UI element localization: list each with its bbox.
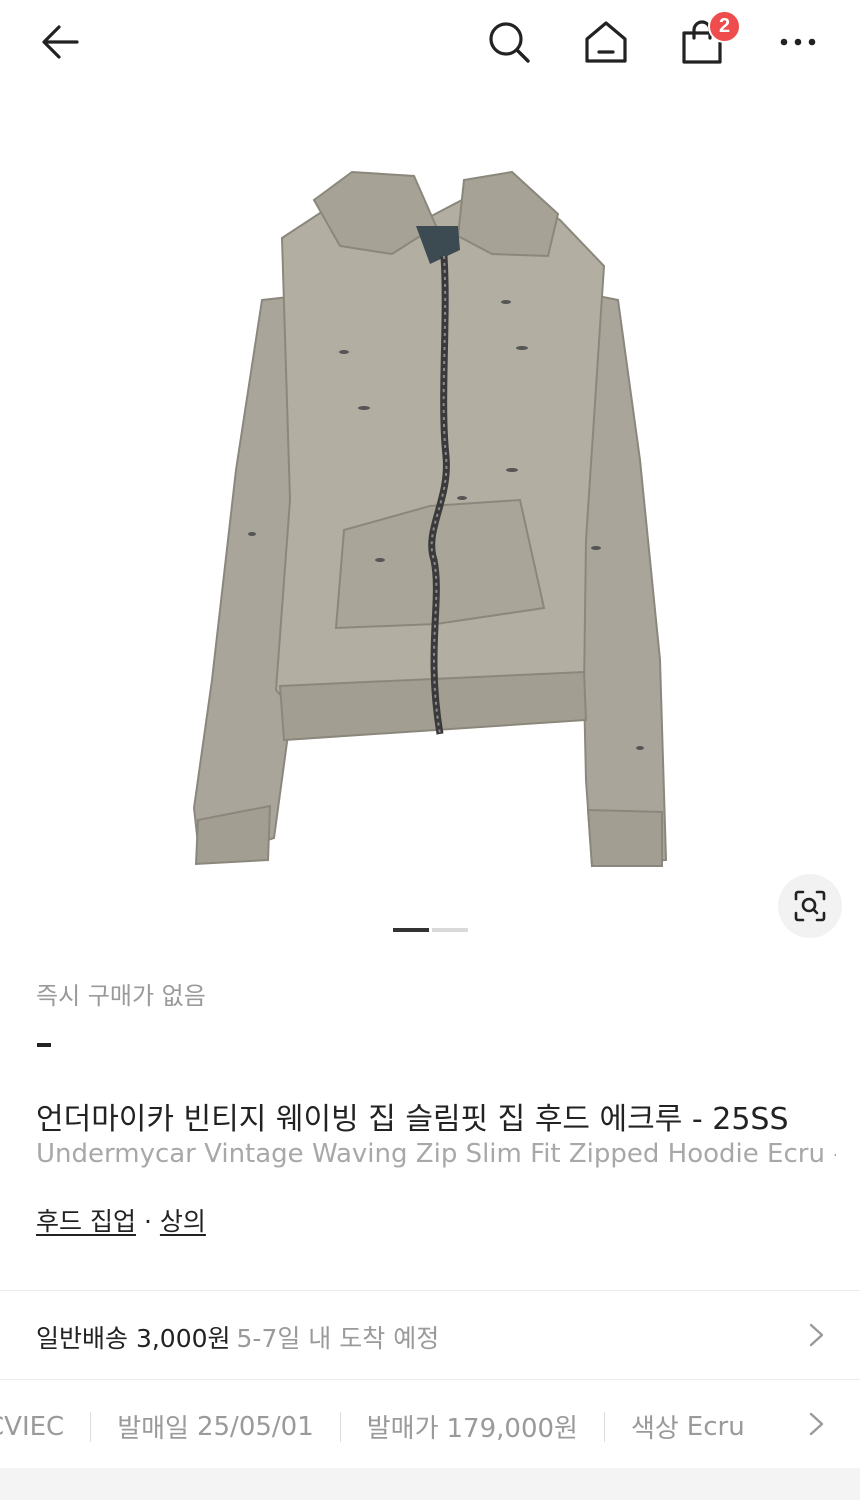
spec-track: CVIEC 발매일25/05/01 발매가179,000원 색상Ecru — [0, 1408, 745, 1445]
shipping-text: 일반배송 3,000원 5-7일 내 도착 예정 — [36, 1319, 439, 1355]
spec-label: 발매가 — [366, 1414, 439, 1444]
spec-value: Ecru — [686, 1411, 745, 1442]
category-separator: · — [143, 1207, 152, 1236]
top-navigation-bar: 2 — [0, 0, 860, 88]
shipping-label: 일반배송 3,000원 — [36, 1324, 231, 1353]
spec-separator — [339, 1411, 341, 1442]
shipping-info-row[interactable]: 일반배송 3,000원 5-7일 내 도착 예정 — [0, 1292, 860, 1378]
home-button[interactable] — [578, 14, 634, 70]
back-button[interactable] — [32, 14, 88, 70]
category-breadcrumb: 후드 집업 · 상의 — [36, 1202, 206, 1238]
product-photo — [192, 170, 668, 868]
more-options-button[interactable] — [770, 14, 826, 70]
spec-item-release-date: 발매일 25/05/01 — [117, 1408, 314, 1445]
product-detail-page: 2 즉시 구매가 없음 언더마이카 빈티지 웨이빙 집 슬림핏 집 후드 에크루… — [0, 0, 860, 1500]
chevron-right-icon[interactable] — [804, 1412, 828, 1436]
home-icon — [585, 21, 627, 63]
shipping-eta: 5-7일 내 도착 예정 — [236, 1324, 440, 1353]
next-section-preview — [0, 1468, 860, 1500]
arrow-left-icon — [42, 25, 79, 59]
product-title-english: Undermycar Vintage Waving Zip Slim Fit Z… — [36, 1139, 836, 1169]
image-search-button[interactable] — [778, 874, 842, 938]
category-link-hood-zipup[interactable]: 후드 집업 — [36, 1207, 136, 1236]
search-button[interactable] — [481, 14, 537, 70]
category-link-top[interactable]: 상의 — [160, 1207, 206, 1236]
spec-separator — [603, 1411, 605, 1442]
spec-label: 색상 — [630, 1414, 679, 1444]
chevron-right-icon — [809, 1323, 824, 1347]
price-value: - — [37, 1043, 51, 1047]
spec-value: 179,000원 — [446, 1414, 578, 1444]
spec-item-model: CVIEC — [0, 1412, 64, 1442]
cart-count-badge: 2 — [708, 10, 741, 43]
spec-separator — [90, 1411, 92, 1442]
search-icon — [489, 22, 530, 63]
section-divider — [0, 1290, 860, 1291]
availability-status: 즉시 구매가 없음 — [36, 982, 206, 1010]
more-horizontal-icon — [780, 38, 816, 46]
spec-item-release-price: 발매가 179,000원 — [367, 1408, 578, 1445]
product-image-carousel[interactable] — [0, 88, 860, 958]
carousel-indicator[interactable] — [432, 928, 468, 932]
image-search-icon — [794, 890, 826, 922]
product-title-korean: 언더마이카 빈티지 웨이빙 집 슬림핏 집 후드 에크루 - 25SS — [36, 1102, 789, 1137]
carousel-indicator-active[interactable] — [393, 928, 429, 932]
spec-item-color: 색상 Ecru — [631, 1408, 745, 1445]
spec-value: 25/05/01 — [196, 1411, 314, 1442]
spec-value: CVIEC — [0, 1411, 65, 1442]
product-spec-row[interactable]: CVIEC 발매일25/05/01 발매가179,000원 색상Ecru — [0, 1380, 860, 1468]
spec-label: 발매일 — [117, 1414, 189, 1444]
